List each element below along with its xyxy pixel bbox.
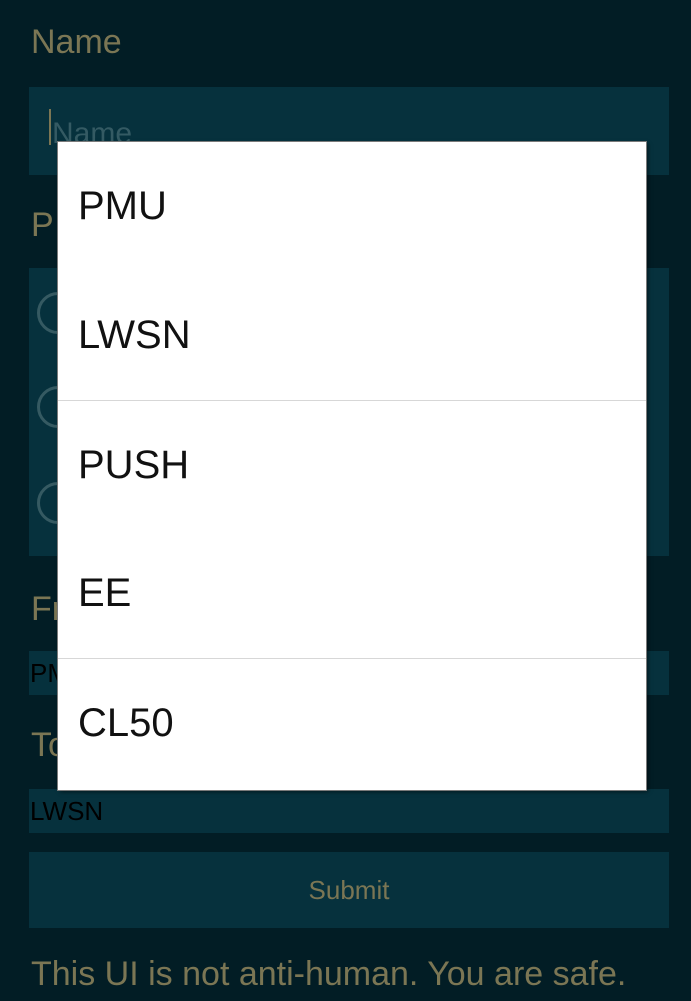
text-caret	[49, 109, 51, 145]
option-label: PMU	[78, 184, 167, 228]
form-screen: Name Name P Fr PM To LWSN Submit This UI…	[0, 0, 691, 1001]
option-label: LWSN	[78, 313, 191, 357]
option-label: EE	[78, 571, 132, 615]
dropdown-option-ee[interactable]: EE	[58, 529, 646, 658]
dropdown-option-lwsn[interactable]: LWSN	[58, 271, 646, 400]
footer-message: This UI is not anti-human. You are safe.	[31, 955, 627, 993]
submit-button[interactable]: Submit	[29, 852, 669, 928]
dropdown-option-pmu[interactable]: PMU	[58, 142, 646, 271]
to-select-value: LWSN	[30, 796, 104, 826]
option-label: CL50	[78, 700, 174, 745]
option-label: PUSH	[78, 442, 190, 487]
dropdown-option-push[interactable]: PUSH	[58, 400, 646, 529]
to-select[interactable]: LWSN	[29, 789, 669, 833]
protocol-label: P	[31, 206, 54, 244]
name-label: Name	[31, 23, 122, 61]
dropdown-option-cl50[interactable]: CL50	[58, 658, 646, 787]
dropdown-menu: PMU LWSN PUSH EE CL50	[58, 142, 646, 790]
